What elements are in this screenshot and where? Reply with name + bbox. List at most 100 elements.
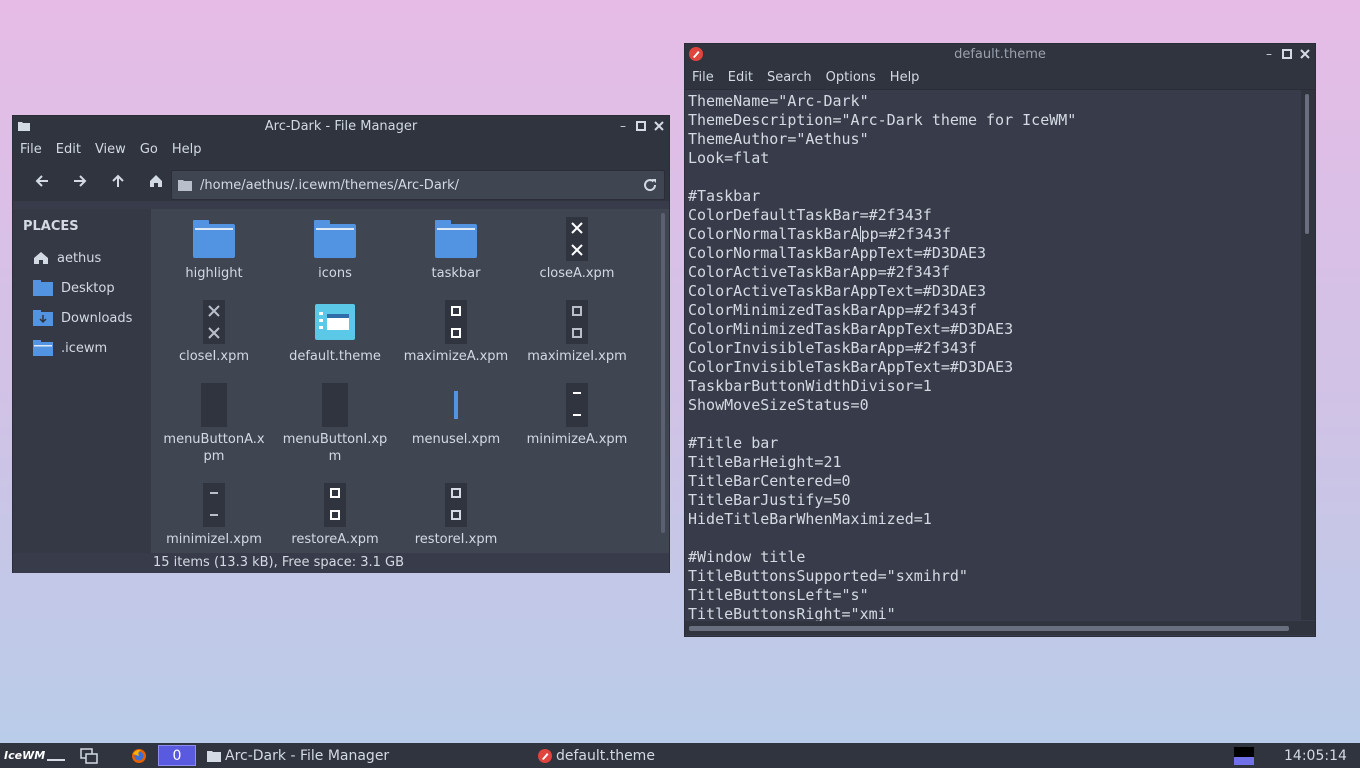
editor-window[interactable]: default.theme – File Edit Search Options… bbox=[684, 43, 1316, 637]
menu-file[interactable]: File bbox=[692, 70, 714, 85]
file-grid-scrollbar[interactable] bbox=[661, 213, 665, 533]
places-heading: PLACES bbox=[23, 219, 79, 234]
code-line[interactable]: TitleBarJustify=50 bbox=[688, 491, 1076, 510]
minimize-all-button[interactable] bbox=[56, 743, 66, 768]
vertical-scrollbar-track[interactable] bbox=[1301, 90, 1315, 620]
home-icon bbox=[150, 175, 162, 187]
code-line[interactable]: TaskbarButtonWidthDivisor=1 bbox=[688, 377, 1076, 396]
up-button[interactable] bbox=[99, 166, 137, 196]
code-line[interactable]: #Taskbar bbox=[688, 187, 1076, 206]
horizontal-scrollbar-thumb[interactable] bbox=[689, 626, 1289, 631]
file-item-highlight[interactable]: highlight bbox=[154, 217, 274, 282]
menu-help[interactable]: Help bbox=[172, 142, 202, 157]
menu-view[interactable]: View bbox=[95, 142, 126, 157]
menu-go[interactable]: Go bbox=[140, 142, 158, 157]
code-line[interactable] bbox=[688, 168, 1076, 187]
file-item-closea[interactable]: closeA.xpm bbox=[517, 217, 637, 282]
task-file-manager[interactable]: Arc-Dark - File Manager bbox=[207, 743, 389, 768]
location-bar[interactable]: /home/aethus/.icewm/themes/Arc-Dark/ bbox=[171, 170, 665, 200]
start-button[interactable]: IceWM bbox=[4, 743, 64, 768]
editor-icon[interactable] bbox=[689, 47, 703, 61]
maximize-button[interactable] bbox=[1281, 46, 1293, 62]
minimize-button[interactable]: – bbox=[1263, 46, 1275, 62]
file-manager-titlebar[interactable]: Arc-Dark - File Manager – bbox=[13, 116, 669, 137]
menu-edit[interactable]: Edit bbox=[56, 142, 81, 157]
code-line[interactable]: ColorMinimizedTaskBarApp=#2f343f bbox=[688, 301, 1076, 320]
workspace-pager[interactable] bbox=[1234, 743, 1254, 768]
code-line[interactable]: TitleButtonsLeft="s" bbox=[688, 586, 1076, 605]
file-item-minimizei[interactable]: minimizeI.xpm bbox=[154, 483, 274, 548]
file-item-restorei[interactable]: restoreI.xpm bbox=[396, 483, 516, 548]
file-manager-window[interactable]: Arc-Dark - File Manager – File Edit View… bbox=[12, 115, 670, 573]
menu-options[interactable]: Options bbox=[826, 70, 876, 85]
code-line[interactable]: ThemeDescription="Arc-Dark theme for Ice… bbox=[688, 111, 1076, 130]
file-item-label: closeI.xpm bbox=[178, 349, 250, 364]
forward-button[interactable] bbox=[61, 166, 99, 196]
file-item-taskbar[interactable]: taskbar bbox=[396, 217, 516, 282]
code-line[interactable]: ThemeAuthor="Aethus" bbox=[688, 130, 1076, 149]
code-line[interactable] bbox=[688, 415, 1076, 434]
code-line[interactable]: ColorMinimizedTaskBarAppText=#D3DAE3 bbox=[688, 320, 1076, 339]
folder-icon[interactable] bbox=[17, 119, 31, 133]
code-line[interactable]: ColorInvisibleTaskBarAppText=#D3DAE3 bbox=[688, 358, 1076, 377]
file-item-minimizea[interactable]: minimizeA.xpm bbox=[517, 383, 637, 448]
menu-help[interactable]: Help bbox=[890, 70, 920, 85]
back-button[interactable] bbox=[23, 166, 61, 196]
file-item-default-theme[interactable]: default.theme bbox=[275, 300, 395, 365]
horizontal-scrollbar-track[interactable] bbox=[685, 621, 1315, 635]
code-line[interactable]: HideTitleBarWhenMaximized=1 bbox=[688, 510, 1076, 529]
close-icon bbox=[1300, 49, 1310, 59]
close-button[interactable] bbox=[1299, 46, 1311, 62]
menu-file[interactable]: File bbox=[20, 142, 42, 157]
menu-edit[interactable]: Edit bbox=[728, 70, 753, 85]
sidebar-item-desktop[interactable]: Desktop bbox=[33, 275, 115, 301]
firefox-icon bbox=[132, 748, 146, 763]
code-line[interactable]: ShowMoveSizeStatus=0 bbox=[688, 396, 1076, 415]
menu-search[interactable]: Search bbox=[767, 70, 812, 85]
location-path[interactable]: /home/aethus/.icewm/themes/Arc-Dark/ bbox=[200, 178, 459, 193]
file-item-label: maximizeA.xpm bbox=[403, 349, 509, 364]
code-line[interactable]: Look=flat bbox=[688, 149, 1076, 168]
home-button[interactable] bbox=[137, 166, 175, 196]
text-caret bbox=[859, 226, 861, 242]
code-line[interactable]: ColorInvisibleTaskBarApp=#2f343f bbox=[688, 339, 1076, 358]
editor-titlebar[interactable]: default.theme – bbox=[685, 44, 1315, 65]
task-default-theme[interactable]: default.theme bbox=[538, 743, 655, 768]
file-item-restorea[interactable]: restoreA.xpm bbox=[275, 483, 395, 548]
code-line[interactable]: ColorNormalTaskBarApp=#2f343f bbox=[688, 225, 1076, 244]
code-line[interactable]: #Title bar bbox=[688, 434, 1076, 453]
file-item-maximizea[interactable]: maximizeA.xpm bbox=[396, 300, 516, 365]
maximize-button[interactable] bbox=[635, 118, 647, 134]
code-text[interactable]: ThemeName="Arc-Dark" ThemeDescription="Ar… bbox=[688, 92, 1076, 624]
firefox-launcher[interactable] bbox=[131, 743, 147, 768]
code-line[interactable]: TitleButtonsSupported="sxmihrd" bbox=[688, 567, 1076, 586]
sidebar-item-icewm[interactable]: .icewm bbox=[33, 335, 107, 361]
vertical-scrollbar-thumb[interactable] bbox=[1305, 94, 1309, 234]
text-editor-area[interactable]: ThemeName="Arc-Dark" ThemeDescription="Ar… bbox=[685, 89, 1315, 635]
code-line[interactable]: ThemeName="Arc-Dark" bbox=[688, 92, 1076, 111]
code-line[interactable] bbox=[688, 529, 1076, 548]
file-item-maximizei[interactable]: maximizeI.xpm bbox=[517, 300, 637, 365]
code-line[interactable]: ColorActiveTaskBarApp=#2f343f bbox=[688, 263, 1076, 282]
file-item-menubuttona[interactable]: menuButtonA.xpm bbox=[154, 383, 274, 465]
sidebar-item-aethus[interactable]: aethus bbox=[33, 245, 101, 271]
window-list-button[interactable] bbox=[80, 743, 98, 768]
file-item-label: restoreI.xpm bbox=[414, 532, 498, 547]
reload-icon[interactable] bbox=[642, 177, 658, 193]
close-button[interactable] bbox=[653, 118, 665, 134]
code-line[interactable]: ColorDefaultTaskBar=#2f343f bbox=[688, 206, 1076, 225]
code-line[interactable]: TitleBarHeight=21 bbox=[688, 453, 1076, 472]
code-line[interactable]: ColorNormalTaskBarAppText=#D3DAE3 bbox=[688, 244, 1076, 263]
code-line[interactable]: #Window title bbox=[688, 548, 1076, 567]
menu-button-xpm-icon bbox=[201, 383, 227, 427]
file-item-icons[interactable]: icons bbox=[275, 217, 395, 282]
code-line[interactable]: TitleBarCentered=0 bbox=[688, 472, 1076, 491]
minimize-button[interactable]: – bbox=[617, 118, 629, 134]
workspace-button[interactable]: 0 bbox=[158, 745, 196, 766]
file-item-menubuttoni[interactable]: menuButtonI.xpm bbox=[275, 383, 395, 465]
close-xpm-icon bbox=[203, 300, 225, 344]
file-item-menusel[interactable]: menusel.xpm bbox=[396, 383, 516, 448]
sidebar-item-downloads[interactable]: Downloads bbox=[33, 305, 132, 331]
code-line[interactable]: ColorActiveTaskBarAppText=#D3DAE3 bbox=[688, 282, 1076, 301]
file-item-closei[interactable]: closeI.xpm bbox=[154, 300, 274, 365]
